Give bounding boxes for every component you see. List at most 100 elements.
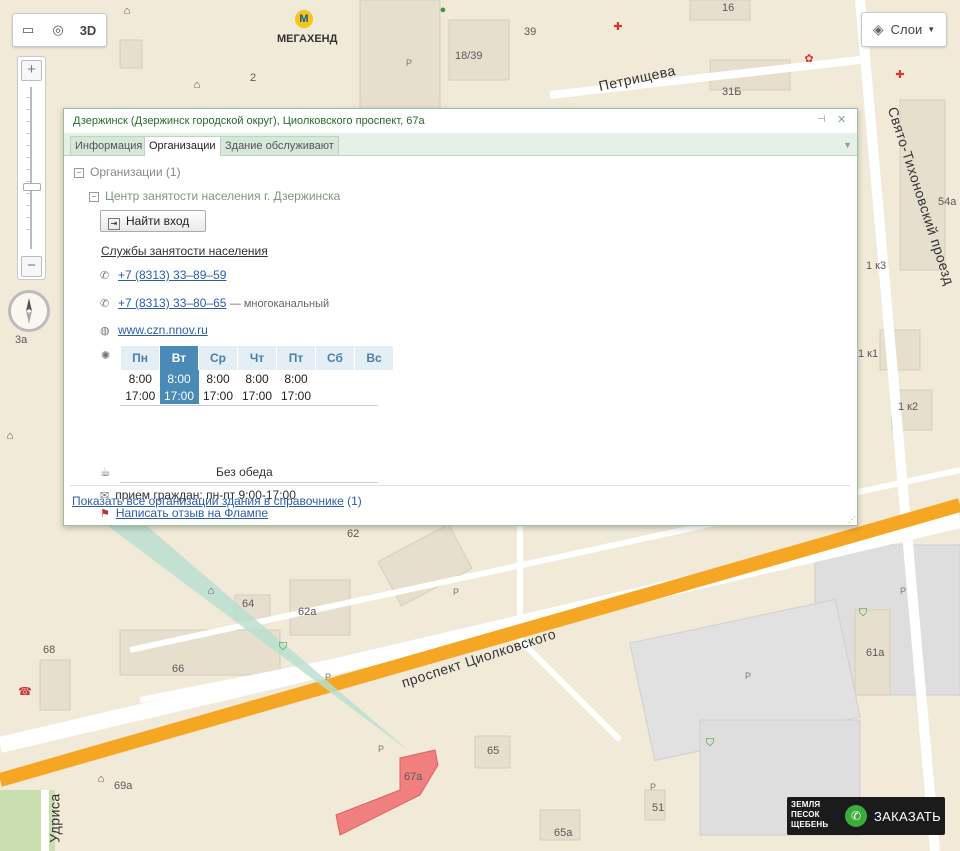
find-entrance-button[interactable]: ⇥ Найти вход (100, 210, 206, 232)
building-icon: ⌂ (123, 5, 131, 17)
org-node[interactable]: − Центр занятости населения г. Дзержинска (89, 189, 340, 203)
flamp-review-link[interactable]: Написать отзыв на Флампе (116, 506, 268, 520)
coffee-icon: ☕ (100, 465, 111, 479)
schedule-close-time (355, 387, 394, 404)
house-number: 51 (652, 802, 665, 814)
schedule-open-time: 8:00 (128, 371, 152, 386)
house-number: 18/39 (455, 50, 483, 62)
pharmacy-icon: ✚ (613, 21, 623, 33)
house-number: 61а (866, 647, 885, 659)
compass-icon[interactable] (8, 290, 50, 332)
building-icon: ⌂ (6, 430, 14, 442)
orgs-count: (1) (347, 494, 362, 508)
zoom-track[interactable] (30, 87, 32, 249)
collapse-icon[interactable]: − (74, 168, 84, 178)
parking-label: P (745, 671, 752, 681)
phone-icon: ✆ (100, 270, 110, 282)
chevron-down-icon: ▼ (927, 25, 936, 34)
parking-label: P (900, 586, 907, 596)
house-number: 62 (347, 528, 360, 540)
rubric-link[interactable]: Службы занятости населения (101, 244, 268, 258)
house-number: 65 (487, 745, 500, 757)
schedule-day-header: Пн (121, 346, 160, 370)
schedule-close-time: 17:00 (159, 387, 199, 404)
schedule-open-time: 8:00 (284, 371, 308, 386)
schedule-day-header: Пт (276, 346, 316, 370)
chevron-down-icon[interactable]: ▼ (843, 140, 852, 150)
house-number: 62а (298, 606, 317, 618)
layers-button[interactable]: ◈ Слои ▼ (861, 12, 947, 47)
shop-icon: ⛉ (705, 737, 715, 749)
house-number: 68 (43, 644, 56, 656)
house-number: 65а (554, 827, 573, 839)
resize-handle-icon[interactable]: ⋰ (848, 515, 856, 524)
zoom-in-button[interactable]: + (21, 60, 42, 81)
hospital-icon: ✿ (804, 53, 814, 65)
house-number: 31Б (722, 86, 742, 98)
tree-root-label: Организации (1) (90, 165, 181, 179)
entrance-icon: ⇥ (108, 218, 120, 230)
building-icon: ⌂ (193, 79, 201, 91)
schedule-table: Пн Вт Ср Чт Пт Сб Вс 8:00 8:00 8:00 8:00 8:00 17:0… (121, 346, 394, 404)
ruler-icon[interactable]: ▭ (13, 14, 43, 46)
zoom-slider-thumb[interactable] (23, 183, 41, 191)
phone-row: ✆ +7 (8313) 33–89–59 (100, 268, 226, 282)
schedule-open-time (355, 370, 394, 387)
collapse-icon[interactable]: − (89, 192, 99, 202)
poi-megahend-label[interactable]: МЕГАХЕНД (277, 33, 337, 45)
metro-icon: M (295, 10, 313, 28)
house-number: 1 к3 (866, 260, 887, 272)
ad-order-label[interactable]: ЗАКАЗАТЬ (874, 809, 941, 824)
tab-organizations[interactable]: Организации (144, 136, 221, 156)
phone-icon: ✆ (845, 805, 867, 827)
radius-icon[interactable]: ◎ (43, 14, 73, 46)
schedule-day-header: Вт (159, 346, 199, 370)
house-number: 69а (114, 780, 133, 792)
tree-root[interactable]: − Организации (1) (74, 165, 181, 179)
layers-label: Слои (890, 22, 923, 37)
show-all-orgs-link[interactable]: Показать все организации здания в справо… (72, 494, 344, 508)
phone-link[interactable]: +7 (8313) 33–89–59 (118, 268, 226, 282)
house-number: 3а (15, 334, 28, 346)
shop-icon: ⛉ (858, 607, 868, 619)
website-link[interactable]: www.czn.nnov.ru (118, 323, 208, 337)
phone-comment: — многоканальный (229, 298, 330, 310)
ad-logo: ЗЕМЛЯ ПЕСОК ЩЕБЕНЬ (791, 800, 829, 829)
house-number: 54а (938, 196, 957, 208)
house-number[interactable]: 67а (404, 771, 422, 783)
pharmacy-icon: ✚ (895, 69, 905, 81)
popup-footer: Показать все организации здания в справо… (72, 494, 362, 508)
schedule-open-time: 8:00 (159, 370, 199, 387)
schedule-day-header: Сб (315, 346, 355, 370)
house-number: 39 (524, 26, 537, 38)
building-info-popup: Дзержинск (Дзержинск городской округ), Ц… (63, 108, 858, 526)
tab-info[interactable]: Информация (70, 136, 148, 155)
close-icon[interactable]: ✕ (837, 113, 846, 126)
schedule-open-time (316, 370, 355, 387)
tab-building-services[interactable]: Здание обслуживают (220, 136, 339, 155)
map-tools: ▭ ◎ 3D (12, 13, 107, 47)
parking-label: P (378, 744, 385, 754)
street-udrisa: Удриса (46, 793, 63, 843)
3d-toggle-button[interactable]: 3D (73, 14, 103, 46)
clock-icon: ✺ (101, 350, 111, 362)
pin-icon: ● (439, 4, 447, 16)
lunch-row: ☕ Без обеда (100, 465, 380, 479)
schedule-day-header: Вс (354, 346, 394, 370)
schedule-close-time: 17:00 (241, 388, 273, 403)
parking-label: P (453, 587, 460, 597)
shop-icon: ⛉ (278, 641, 288, 653)
house-number: 1 к1 (858, 348, 879, 360)
schedule-close-time: 17:00 (125, 388, 156, 403)
zoom-out-button[interactable]: − (21, 256, 42, 277)
phone-icon: ✆ (100, 298, 110, 310)
building-icon: ⌂ (207, 585, 215, 597)
house-number: 16 (722, 2, 735, 14)
ad-banner[interactable]: ЗЕМЛЯ ПЕСОК ЩЕБЕНЬ ✆ ЗАКАЗАТЬ (787, 797, 945, 835)
parking-label: P (325, 672, 332, 682)
house-number: 1 к2 (898, 401, 919, 413)
pin-popup-icon[interactable]: ⊣ (817, 114, 826, 125)
phone-link[interactable]: +7 (8313) 33–80–65 (118, 296, 226, 310)
popup-title: Дзержинск (Дзержинск городской округ), Ц… (73, 115, 425, 127)
schedule-close-time: 17:00 (280, 388, 312, 403)
